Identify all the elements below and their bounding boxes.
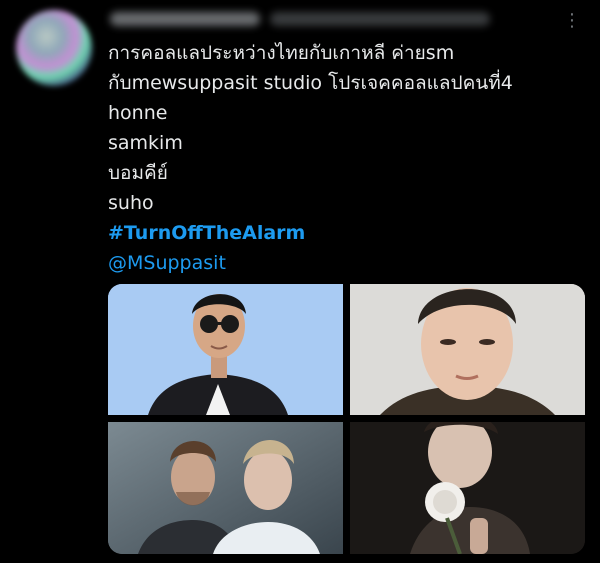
tweet-header <box>110 10 490 30</box>
mention-link[interactable]: @MSuppasit <box>108 248 588 278</box>
photo-2[interactable] <box>350 284 585 415</box>
author-handle-blurred[interactable] <box>270 12 490 26</box>
avatar[interactable] <box>16 10 92 86</box>
photo-3[interactable] <box>108 422 343 554</box>
photo-1-image <box>108 284 343 415</box>
photo-1[interactable] <box>108 284 343 415</box>
tweet-line-4: samkim <box>108 132 183 154</box>
tweet-line-1: การคอลแลประหว่างไทยกับเกาหลี ค่ายsm <box>108 42 455 64</box>
author-name-blurred[interactable] <box>110 12 260 26</box>
tweet-text: การคอลแลประหว่างไทยกับเกาหลี ค่ายsm กับm… <box>108 38 588 278</box>
photo-3-image <box>108 422 343 554</box>
photo-2-image <box>350 284 585 415</box>
media-grid[interactable] <box>108 284 585 554</box>
tweet-line-2: กับmewsuppasit studio โปรเจคคอลแลปคนที่4 <box>108 72 513 94</box>
tweet-line-3: honne <box>108 102 168 124</box>
photo-4-image <box>350 422 585 554</box>
tweet-line-5: บอมคีย์ <box>108 162 168 184</box>
hashtag-link[interactable]: #TurnOffTheAlarm <box>108 218 588 248</box>
tweet[interactable]: ⋮ การคอลแลประหว่างไทยกับเกาหลี ค่ายsm กั… <box>0 0 600 563</box>
tweet-line-6: suho <box>108 192 154 214</box>
more-options-icon[interactable]: ⋮ <box>561 8 583 34</box>
photo-4[interactable] <box>350 422 585 554</box>
